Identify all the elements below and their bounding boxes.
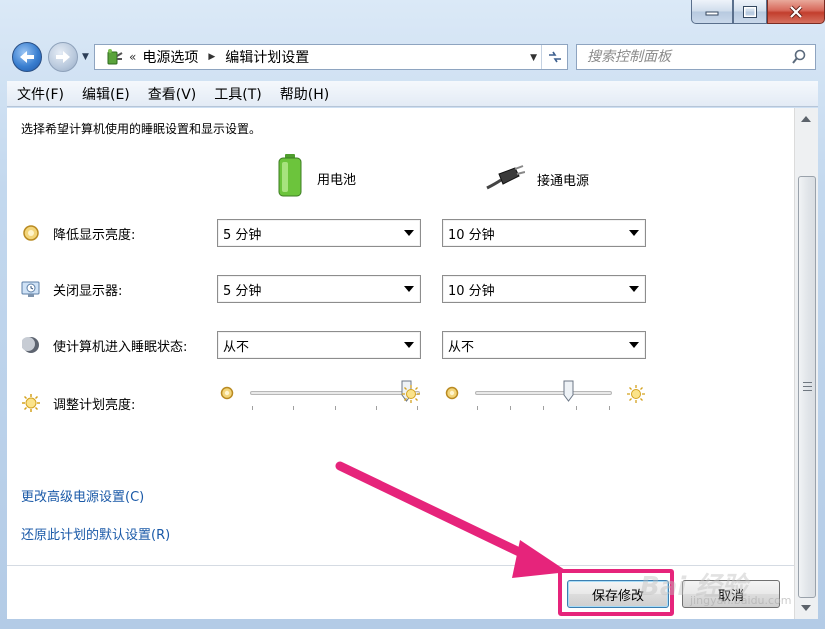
window-frame: ▼ « 电源选项 ▶ 编辑计划设置 ▼ 文件(F) 编辑(E) 查看(V) 工具… <box>0 0 825 629</box>
baidu-watermark-url: jingyan.baidu.com <box>690 594 792 607</box>
annotation-arrow <box>335 461 568 578</box>
